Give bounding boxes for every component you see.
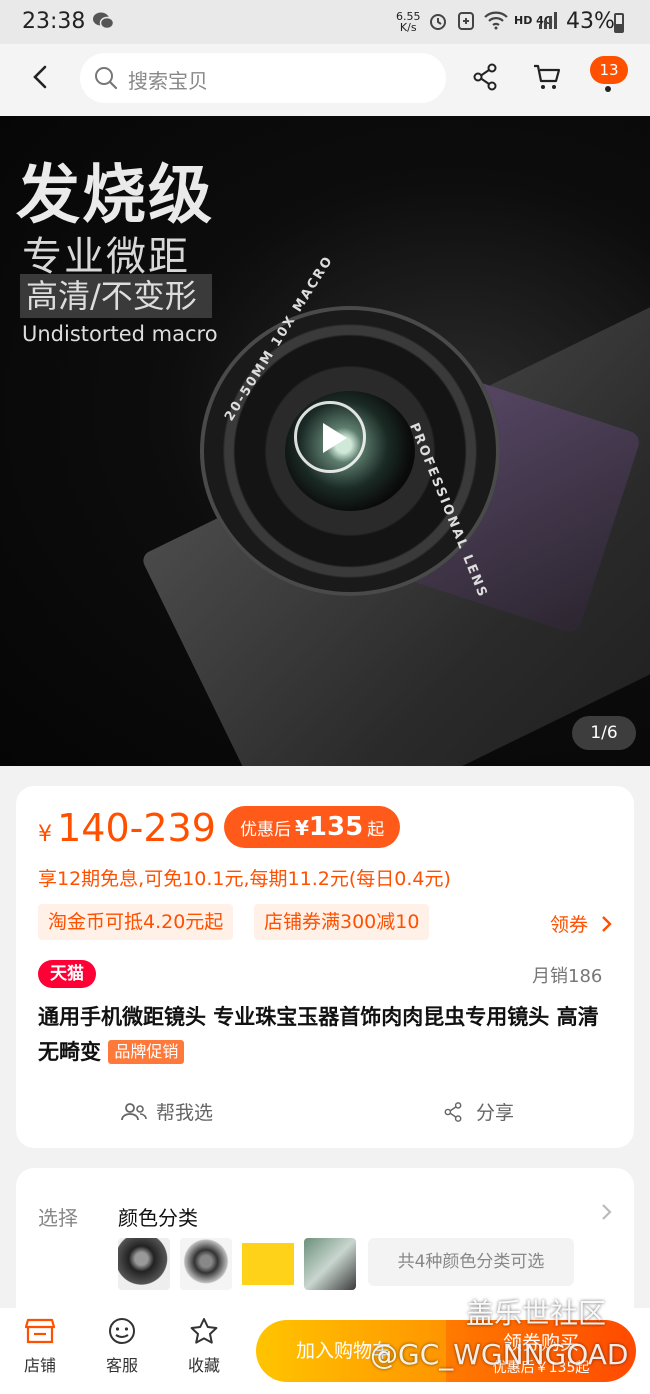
service-icon [109, 1318, 135, 1344]
image-page-indicator: 1/6 [572, 716, 636, 750]
top-nav: 搜索宝贝 13 [0, 44, 650, 116]
status-bar: 23:38 6.55 K/s HD 4G 43% [0, 0, 650, 44]
back-button[interactable] [26, 62, 56, 92]
store-button[interactable]: 店铺 [10, 1316, 70, 1376]
wifi-icon [483, 10, 509, 35]
search-bar[interactable]: 搜索宝贝 [80, 53, 446, 103]
alarm-icon [428, 11, 448, 36]
favorite-button[interactable]: 收藏 [174, 1316, 234, 1376]
coupon-price-badge: 优惠后 ¥135 起 [224, 806, 401, 848]
product-info-card: ¥ 140-239 优惠后 ¥135 起 享12期免息,可免10.1元,每期11.2… [16, 786, 634, 1148]
store-icon [24, 1318, 56, 1344]
share-icon [473, 63, 497, 91]
battery-percent: 43% [566, 9, 615, 34]
search-placeholder: 搜索宝贝 [128, 69, 208, 93]
share-button[interactable] [470, 62, 500, 96]
wechat-icon [92, 11, 115, 36]
more-dot-icon [605, 86, 611, 92]
cart-icon [534, 64, 561, 89]
star-icon [190, 1318, 218, 1344]
price-range: ¥ 140-239 [38, 806, 216, 850]
store-coupon-tag[interactable]: 店铺券满300减10 [254, 904, 430, 940]
tmall-badge: 天猫 [38, 960, 96, 988]
play-video-button[interactable] [294, 401, 366, 473]
net-speed: 6.55 K/s [396, 10, 421, 34]
battery-icon [614, 13, 624, 33]
customer-service-button[interactable]: 客服 [92, 1316, 152, 1376]
cart-badge: 13 [590, 56, 628, 84]
chevron-right-icon [602, 916, 612, 932]
get-coupon-link[interactable]: 领券 [550, 910, 614, 937]
currency-symbol: ¥ [38, 822, 52, 847]
nfc-icon [457, 11, 475, 36]
watermark-community: 盖乐世社区 [466, 1297, 607, 1330]
watermark-handle: @GC_WGNNGOAD [370, 1338, 629, 1371]
more-colors-button[interactable]: 共4种颜色分类可选 [368, 1238, 574, 1286]
color-thumb-1[interactable] [118, 1238, 170, 1290]
chevron-left-icon [33, 65, 47, 89]
product-image-carousel[interactable]: 20-50MM 10X MACRO PROFESSIONAL LENS 发烧级 … [0, 116, 650, 766]
chevron-right-icon [602, 1204, 612, 1220]
signal-icon [538, 10, 560, 34]
color-thumb-3[interactable] [242, 1238, 294, 1290]
people-icon [121, 1103, 147, 1121]
selection-label: 选择 [38, 1206, 78, 1230]
hero-english: Undistorted macro [22, 322, 218, 346]
brand-promo-badge: 品牌促销 [108, 1040, 185, 1064]
share-product-button[interactable]: 分享 [442, 1098, 514, 1125]
monthly-sales: 月销186 [532, 966, 603, 987]
selection-value: 颜色分类 [118, 1206, 198, 1230]
cart-button[interactable] [532, 62, 562, 96]
hero-tagline: 高清/不变形 [20, 274, 212, 318]
hero-headline: 发烧级 [16, 159, 214, 233]
search-icon [95, 67, 118, 90]
color-thumb-2[interactable] [180, 1238, 232, 1290]
share-icon [444, 1102, 462, 1122]
help-choose-button[interactable]: 帮我选 [120, 1098, 213, 1125]
installment-info[interactable]: 享12期免息,可免10.1元,每期11.2元(每日0.4元) [38, 864, 451, 891]
price-value: 140-239 [57, 806, 216, 850]
taojinbi-tag[interactable]: 淘金币可抵4.20元起 [38, 904, 234, 940]
status-time: 23:38 [22, 9, 86, 34]
color-thumb-4[interactable] [304, 1238, 356, 1290]
product-title: 通用手机微距镜头 专业珠宝玉器首饰肉肉昆虫专用镜头 高清无畸变 品牌促销 [38, 1005, 599, 1064]
